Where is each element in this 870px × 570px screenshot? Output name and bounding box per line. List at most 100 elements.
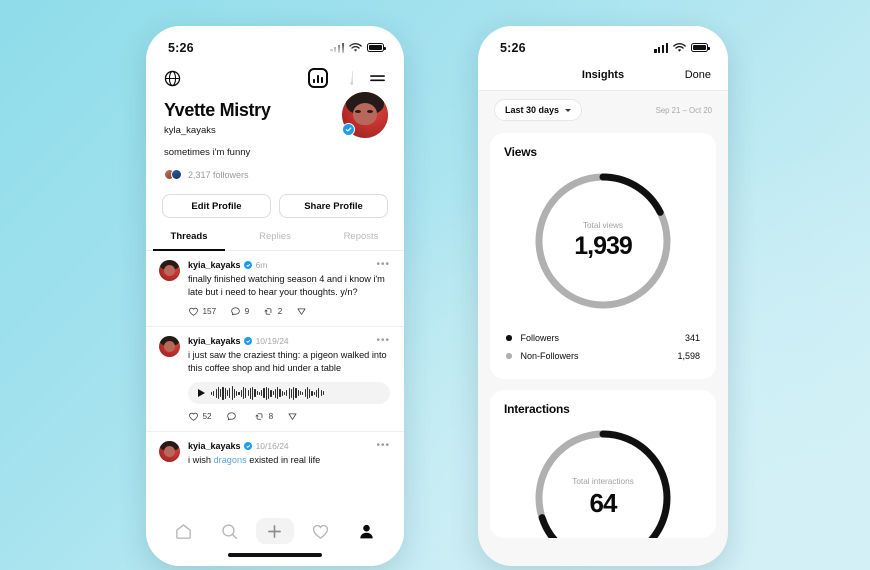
play-icon[interactable] (198, 389, 205, 398)
nav-home[interactable] (163, 518, 203, 544)
post-avatar[interactable] (159, 441, 180, 463)
views-center-caption: Total views (582, 221, 624, 230)
send-share-icon (288, 413, 297, 421)
more-options-icon[interactable]: ••• (376, 336, 390, 346)
battery-full-icon (367, 43, 386, 52)
battery-full-icon (691, 43, 710, 52)
like-action[interactable]: 157 (188, 306, 216, 317)
reply-count: 9 (244, 307, 250, 317)
post-text: i wish dragons existed in real life (188, 454, 390, 465)
share-action[interactable] (296, 306, 307, 317)
views-center-value: 1,939 (574, 232, 633, 260)
page-title: Insights (581, 69, 625, 81)
tab-replies[interactable]: Replies (232, 231, 318, 250)
right-status-bar: 5:26 (478, 26, 728, 60)
left-status-bar: 5:26 (146, 26, 404, 60)
tab-reposts[interactable]: Reposts (318, 231, 404, 250)
audio-player[interactable] (188, 382, 390, 405)
more-options-icon[interactable]: ••• (376, 441, 390, 451)
repost-icon (264, 308, 272, 315)
list-item[interactable]: kyia_kayaks 10/16/24 ••• i wish dragons … (146, 432, 404, 465)
follower-avatars-icon (164, 169, 182, 180)
left-phone-threads-profile: 5:26 Yvette Mistry kyla_kayaks sometimes… (146, 26, 404, 566)
views-donut-chart: Total views 1,939 (504, 165, 702, 317)
interactions-center-value: 64 (589, 488, 618, 518)
repost-action[interactable]: 2 (263, 306, 282, 317)
threads-top-bar (146, 51, 404, 98)
status-time: 5:26 (168, 40, 194, 55)
profile-bio: sometimes i'm funny (164, 147, 251, 158)
wifi-icon (349, 42, 362, 52)
list-item[interactable]: kyia_kayaks 6m ••• finally finished watc… (146, 251, 404, 328)
plus-create-icon (268, 524, 282, 538)
views-legend: Followers 341 Non-Followers 1,598 (504, 329, 702, 365)
screenshot-stage: 5:26 Yvette Mistry kyla_kayaks sometimes… (0, 0, 870, 570)
insights-nav-bar: Insights Done (478, 60, 728, 90)
post-timestamp: 10/19/24 (255, 336, 289, 347)
home-icon (175, 523, 191, 539)
post-username[interactable]: kyia_kayaks (188, 441, 241, 451)
cellular-signal-icon (654, 42, 668, 53)
interactions-card-title: Interactions (504, 402, 570, 416)
verified-badge-icon (342, 123, 355, 136)
insights-filter-bar: Last 30 days Sep 21 – Oct 20 (478, 90, 728, 133)
globe-icon[interactable] (164, 70, 181, 87)
period-selector[interactable]: Last 30 days (494, 99, 583, 121)
period-label: Last 30 days (505, 105, 560, 115)
date-range: Sep 21 – Oct 20 (655, 105, 712, 115)
nav-profile[interactable] (347, 518, 387, 544)
list-item[interactable]: kyia_kayaks 10/19/24 ••• i just saw the … (146, 327, 404, 433)
profile-action-buttons: Edit Profile Share Profile (146, 180, 404, 218)
edit-profile-button[interactable]: Edit Profile (162, 194, 271, 218)
post-text-before: i wish (188, 455, 214, 465)
legend-dot-followers (506, 335, 512, 341)
like-action[interactable]: 52 (188, 411, 212, 422)
post-actions: 52 8 (188, 411, 390, 422)
search-icon (222, 523, 238, 539)
threads-feed[interactable]: kyia_kayaks 6m ••• finally finished watc… (146, 251, 404, 465)
send-share-icon (297, 308, 306, 315)
post-username[interactable]: kyia_kayaks (188, 336, 241, 346)
repost-count: 2 (277, 307, 283, 317)
legend-row-non-followers: Non-Followers 1,598 (504, 347, 702, 365)
post-avatar[interactable] (159, 260, 180, 281)
nav-create[interactable] (255, 518, 294, 544)
nav-search[interactable] (210, 518, 250, 544)
interactions-center-label: Total interactions 64 (504, 477, 702, 519)
home-indicator (228, 553, 322, 557)
post-avatar[interactable] (159, 336, 180, 358)
post-actions: 157 9 2 (188, 306, 390, 317)
reply-action[interactable]: 9 (230, 306, 249, 317)
profile-tabs: Threads Replies Reposts (146, 231, 404, 251)
views-card: Views Total views 1,939 Followers 341 No… (490, 133, 716, 379)
post-timestamp: 10/16/24 (255, 441, 289, 452)
profile-person-icon (360, 524, 373, 538)
views-card-title: Views (504, 145, 537, 159)
verified-badge-icon (244, 261, 253, 269)
reply-action[interactable] (226, 411, 241, 422)
share-profile-button[interactable]: Share Profile (279, 194, 388, 218)
verified-badge-icon (244, 442, 253, 451)
legend-row-followers: Followers 341 (504, 329, 702, 347)
legend-dot-non-followers (506, 353, 512, 359)
post-text: finally finished watching season 4 and i… (188, 274, 385, 298)
views-center-label: Total views 1,939 (504, 221, 702, 261)
avatar[interactable] (342, 92, 388, 138)
tab-threads[interactable]: Threads (146, 231, 232, 251)
share-action[interactable] (287, 411, 298, 422)
insights-bar-chart-icon[interactable] (308, 68, 328, 88)
like-count: 157 (202, 307, 217, 317)
post-username[interactable]: kyia_kayaks (188, 260, 241, 270)
status-indicators (654, 42, 710, 53)
comment-icon (231, 307, 240, 316)
nav-activity[interactable] (300, 518, 340, 544)
done-button[interactable]: Done (685, 69, 711, 81)
followers-row[interactable]: 2,317 followers (146, 158, 404, 180)
legend-value-non-followers: 1,598 (677, 351, 700, 361)
more-options-icon[interactable]: ••• (376, 260, 390, 270)
wifi-icon (673, 42, 686, 52)
post-text-link[interactable]: dragons (214, 455, 247, 465)
repost-action[interactable]: 8 (254, 411, 273, 422)
like-count: 52 (202, 412, 212, 422)
hamburger-menu-icon[interactable] (369, 72, 386, 84)
